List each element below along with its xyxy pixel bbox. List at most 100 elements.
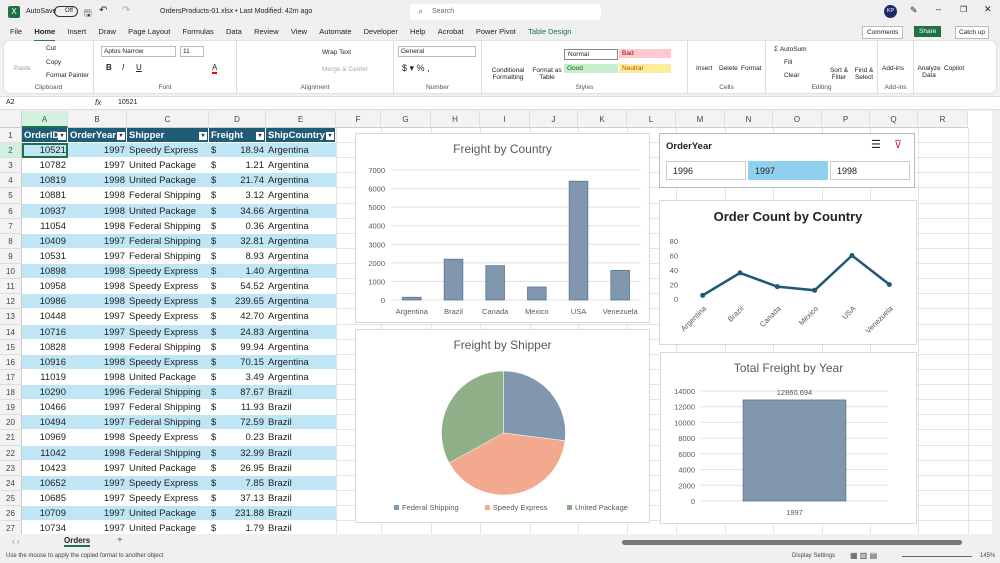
freight-cell[interactable]: 24.83 <box>221 325 266 340</box>
currency-cell[interactable]: $ <box>209 430 221 446</box>
row-header[interactable]: 21 <box>0 430 22 446</box>
shipper-cell[interactable]: Speedy Express <box>127 491 209 506</box>
save-icon[interactable]: 🖫 <box>84 6 92 22</box>
bar-Venezuela[interactable] <box>610 269 630 301</box>
column-header-F[interactable]: F <box>336 111 381 128</box>
ship-country-cell[interactable]: Argentina <box>266 188 336 204</box>
fill-button[interactable]: Fill <box>784 59 792 66</box>
ship-country-cell[interactable]: Argentina <box>266 173 336 189</box>
conditional-formatting-button[interactable]: Conditional Formatting <box>488 67 528 81</box>
order-year-cell[interactable]: 1997 <box>68 143 127 159</box>
tab-help[interactable]: Help <box>410 24 425 40</box>
row-header[interactable]: 27 <box>0 521 22 534</box>
column-header-C[interactable]: C <box>127 111 209 128</box>
order-id-cell[interactable]: 10448 <box>22 309 68 325</box>
shipper-cell[interactable]: Federal Shipping <box>127 219 209 234</box>
number-format-select[interactable]: General <box>398 46 476 57</box>
font-name-select[interactable]: Aptos Narrow <box>101 46 176 57</box>
ship-country-cell[interactable]: Brazil <box>266 506 336 522</box>
shipper-cell[interactable]: United Package <box>127 521 209 534</box>
sheet-tab-orders[interactable]: Orders <box>64 536 91 547</box>
style-bad[interactable]: Bad <box>619 49 671 58</box>
ship-country-cell[interactable]: Brazil <box>266 521 336 534</box>
shipper-cell[interactable]: United Package <box>127 173 209 189</box>
freight-cell[interactable]: 7.85 <box>221 476 266 491</box>
table-header-orderid[interactable]: OrderID ▾ <box>22 128 68 144</box>
order-year-cell[interactable]: 1998 <box>68 264 127 280</box>
ship-country-cell[interactable]: Brazil <box>266 415 336 431</box>
freight-cell[interactable]: 32.81 <box>221 234 266 249</box>
order-year-cell[interactable]: 1997 <box>68 521 127 534</box>
currency-cell[interactable]: $ <box>209 370 221 386</box>
freight-cell[interactable]: 42.70 <box>221 309 266 325</box>
table-header-orderyear[interactable]: OrderYear ▾ <box>68 128 127 144</box>
font-size-select[interactable]: 11 <box>180 46 204 57</box>
merge-center-button[interactable]: Merge & Center <box>322 66 368 73</box>
underline-button[interactable]: U <box>136 63 142 72</box>
ship-country-cell[interactable]: Brazil <box>266 446 336 461</box>
shipper-cell[interactable]: Speedy Express <box>127 325 209 340</box>
column-header-N[interactable]: N <box>725 111 773 128</box>
column-header-J[interactable]: J <box>530 111 578 128</box>
insert-cells-button[interactable]: Insert <box>696 65 712 72</box>
format-painter-button[interactable]: Format Painter <box>46 72 89 79</box>
order-year-cell[interactable]: 1997 <box>68 506 127 522</box>
freight-cell[interactable]: 87.67 <box>221 385 266 401</box>
currency-cell[interactable]: $ <box>209 340 221 355</box>
redo-icon[interactable]: ↷ <box>122 5 130 16</box>
shipper-cell[interactable]: Speedy Express <box>127 430 209 446</box>
order-id-cell[interactable]: 10652 <box>22 476 68 491</box>
horizontal-scrollbar[interactable] <box>622 540 962 545</box>
order-id-cell[interactable]: 10916 <box>22 355 68 370</box>
tab-power-pivot[interactable]: Power Pivot <box>476 24 516 40</box>
bar-1997[interactable] <box>742 399 847 502</box>
style-good[interactable]: Good <box>564 64 618 73</box>
currency-cell[interactable]: $ <box>209 309 221 325</box>
pen-icon[interactable]: ✎ <box>910 5 918 16</box>
column-header-M[interactable]: M <box>676 111 725 128</box>
bar-USA[interactable] <box>568 180 589 301</box>
search-input[interactable]: ⌕ Search <box>410 4 601 20</box>
filter-dropdown-icon[interactable]: ▾ <box>256 132 264 140</box>
tab-page-layout[interactable]: Page Layout <box>128 24 170 40</box>
ship-country-cell[interactable]: Argentina <box>266 279 336 295</box>
tab-data[interactable]: Data <box>226 24 242 40</box>
row-header[interactable]: 10 <box>0 264 22 280</box>
order-id-cell[interactable]: 10531 <box>22 249 68 265</box>
order-id-cell[interactable]: 11042 <box>22 446 68 461</box>
data-point-Venezuela[interactable] <box>886 282 892 287</box>
order-year-cell[interactable]: 1997 <box>68 234 127 249</box>
order-id-cell[interactable]: 10494 <box>22 415 68 431</box>
ship-country-cell[interactable]: Argentina <box>266 219 336 234</box>
font-color-button[interactable]: A <box>212 63 218 74</box>
shipper-cell[interactable]: United Package <box>127 158 209 174</box>
currency-cell[interactable]: $ <box>209 143 221 159</box>
row-header[interactable]: 5 <box>0 188 22 204</box>
freight-cell[interactable]: 0.36 <box>221 219 266 234</box>
order-id-cell[interactable]: 10409 <box>22 234 68 249</box>
data-point-Mexico[interactable] <box>812 287 818 293</box>
order-year-cell[interactable]: 1998 <box>68 188 127 204</box>
ship-country-cell[interactable]: Argentina <box>266 370 336 386</box>
shipper-cell[interactable]: United Package <box>127 204 209 219</box>
row-header[interactable]: 7 <box>0 218 22 234</box>
currency-cell[interactable]: $ <box>209 415 221 431</box>
autosave-toggle[interactable]: Off <box>54 6 78 17</box>
order-id-cell[interactable]: 10709 <box>22 506 68 522</box>
order-id-cell[interactable]: 10937 <box>22 204 68 219</box>
ship-country-cell[interactable]: Argentina <box>266 340 336 355</box>
order-year-cell[interactable]: 1998 <box>68 173 127 189</box>
formula-input[interactable]: 10521 <box>118 99 137 106</box>
order-year-cell[interactable]: 1997 <box>68 400 127 416</box>
row-header[interactable]: 17 <box>0 369 22 386</box>
order-year-cell[interactable]: 1997 <box>68 309 127 325</box>
column-header-P[interactable]: P <box>822 111 870 128</box>
currency-cell[interactable]: $ <box>209 188 221 204</box>
column-header-L[interactable]: L <box>627 111 676 128</box>
sheet-nav-icon[interactable]: ‹ › <box>12 537 20 546</box>
order-year-cell[interactable]: 1997 <box>68 491 127 506</box>
data-point-Canada[interactable] <box>774 284 780 290</box>
format-cells-button[interactable]: Format <box>741 65 762 72</box>
column-header-E[interactable]: E <box>266 111 336 128</box>
order-id-cell[interactable]: 10969 <box>22 430 68 446</box>
